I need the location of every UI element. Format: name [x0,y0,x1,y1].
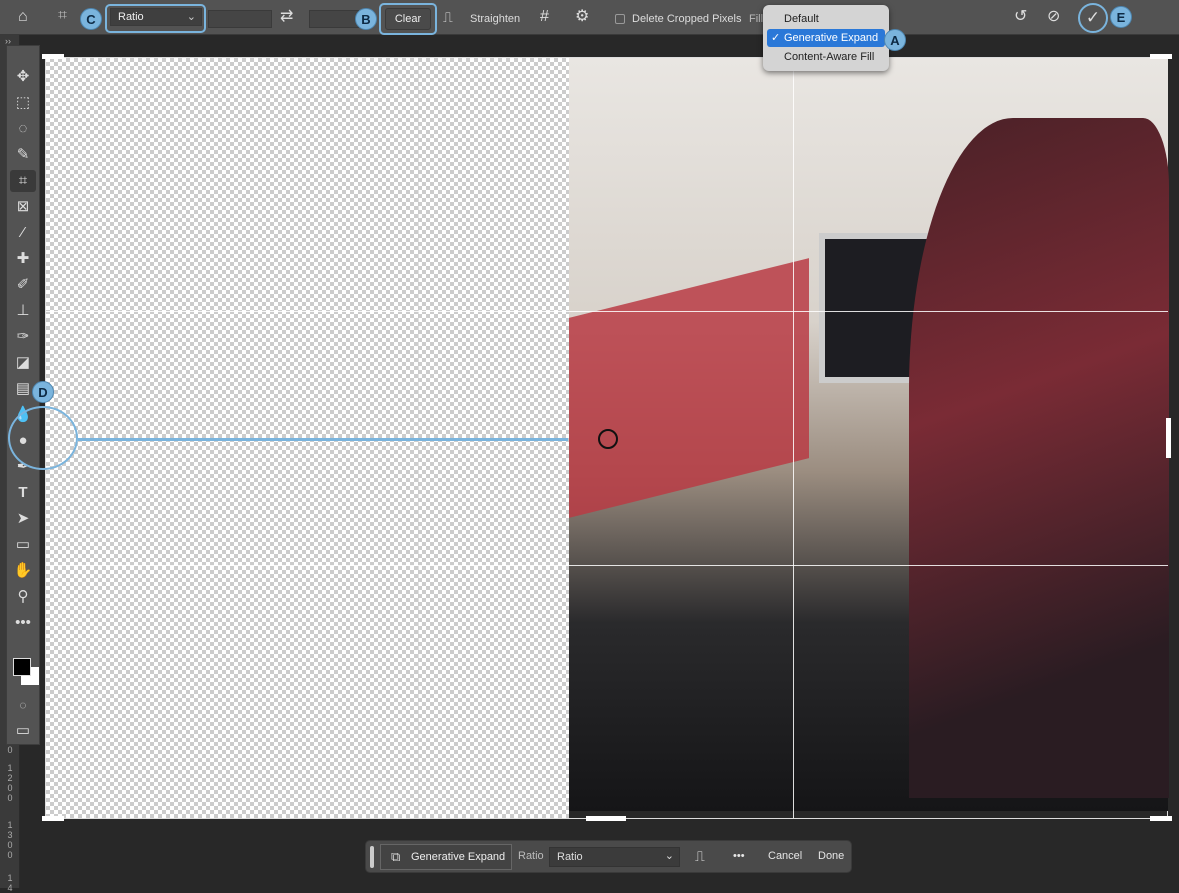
path-selection-tool-icon[interactable]: ➤ [10,508,36,530]
crop-tool-icon[interactable]: ⌗ [58,6,67,26]
crop-handle[interactable] [1150,54,1172,59]
foreground-color-swatch[interactable] [13,658,31,676]
delete-cropped-checkbox[interactable] [615,14,625,24]
straighten-icon[interactable]: ⎍ [443,7,453,27]
reset-icon[interactable]: ↺ [1014,7,1027,27]
ratio-value: Ratio [557,851,583,863]
callout-d: D [32,381,54,403]
highlight-d [8,406,78,470]
crop-handle[interactable] [1150,816,1172,821]
quick-mask-icon[interactable]: ◌ [10,694,36,716]
ruler-label: 1300 [7,820,13,860]
lasso-tool-icon[interactable]: ◌ [10,118,36,140]
generative-expand-button[interactable]: ⧉ Generative Expand [380,844,512,870]
chevron-down-icon: ⌄ [664,850,674,862]
crop-handle[interactable] [586,816,626,821]
gear-icon[interactable]: ⚙ [575,7,589,27]
history-brush-tool-icon[interactable]: ✑ [10,326,36,348]
check-icon: ✓ [771,32,781,44]
rectangle-tool-icon[interactable]: ▭ [10,534,36,556]
healing-brush-tool-icon[interactable]: ✚ [10,248,36,270]
menu-item-content-aware-fill[interactable]: Content-Aware Fill [767,48,885,66]
menu-item-label: Generative Expand [784,32,879,44]
crop-canvas[interactable] [42,54,1172,821]
cancel-button[interactable]: Cancel [768,841,802,872]
crop-tool-icon[interactable]: ⌗ [10,170,36,192]
menu-item-default[interactable]: Default [767,10,885,28]
callout-a: A [884,29,906,51]
arrow-annotation [78,438,568,441]
height-input[interactable] [309,10,359,28]
move-tool-icon[interactable]: ✥ [10,66,36,88]
fill-label: Fill [749,13,764,25]
ratio-label: Ratio [518,850,544,862]
cancel-icon[interactable]: ⊘ [1047,7,1060,27]
type-tool-icon[interactable]: T [10,482,36,504]
screen-mode-icon[interactable]: ▭ [10,720,36,742]
contextual-task-bar: ⧉ Generative Expand Ratio Ratio ⌄ ⎍ ••• … [365,840,852,873]
callout-e: E [1110,6,1132,28]
width-input[interactable] [208,10,272,28]
crop-handle[interactable] [1166,418,1171,458]
quick-selection-tool-icon[interactable]: ✎ [10,144,36,166]
fill-dropdown-menu: Default ✓ Generative Expand Content-Aware… [763,5,889,71]
eraser-tool-icon[interactable]: ◪ [10,352,36,374]
drag-handle[interactable] [370,846,374,868]
home-icon[interactable]: ⌂ [18,7,28,27]
eyedropper-tool-icon[interactable]: ⁄ [10,222,36,244]
marquee-tool-icon[interactable]: ⬚ [10,92,36,114]
straighten-icon[interactable]: ⎍ [695,841,705,872]
taskbar-ratio-select[interactable]: Ratio ⌄ [549,847,680,867]
crop-handle[interactable] [42,54,64,59]
highlight-b [379,3,437,35]
clone-stamp-tool-icon[interactable]: ⊥ [10,300,36,322]
zoom-tool-icon[interactable]: ⚲ [10,586,36,608]
callout-c: C [80,8,102,30]
generative-expand-icon: ⧉ [391,849,401,864]
brush-tool-icon[interactable]: ✐ [10,274,36,296]
more-tools-icon[interactable]: ••• [10,612,36,634]
photo-musician-keyboard [569,58,1169,811]
options-bar: ⌂ ⌗ Ratio ⌄ ⇄ Clear ⎍ Straighten # ⚙ Del… [0,0,1179,35]
done-button[interactable]: Done [818,841,844,872]
frame-tool-icon[interactable]: ⊠ [10,196,36,218]
commit-checkmark-button[interactable]: ✓ [1078,3,1108,33]
ruler-label: 0 [7,745,13,755]
callout-b: B [355,8,377,30]
crosshair-icon [598,429,618,449]
menu-item-generative-expand[interactable]: ✓ Generative Expand [767,29,885,47]
highlight-c [105,4,206,33]
ruler-label: 1200 [7,763,13,803]
swap-icon[interactable]: ⇄ [280,7,293,27]
crop-handle[interactable] [42,816,64,821]
ruler-label: 14 [7,873,13,893]
straighten-button[interactable]: Straighten [470,13,520,25]
generative-expand-label: Generative Expand [411,851,506,863]
more-options-button[interactable]: ••• [733,841,745,872]
hand-tool-icon[interactable]: ✋ [10,560,36,582]
delete-cropped-label: Delete Cropped Pixels [632,13,742,25]
grid-overlay-icon[interactable]: # [540,7,549,27]
